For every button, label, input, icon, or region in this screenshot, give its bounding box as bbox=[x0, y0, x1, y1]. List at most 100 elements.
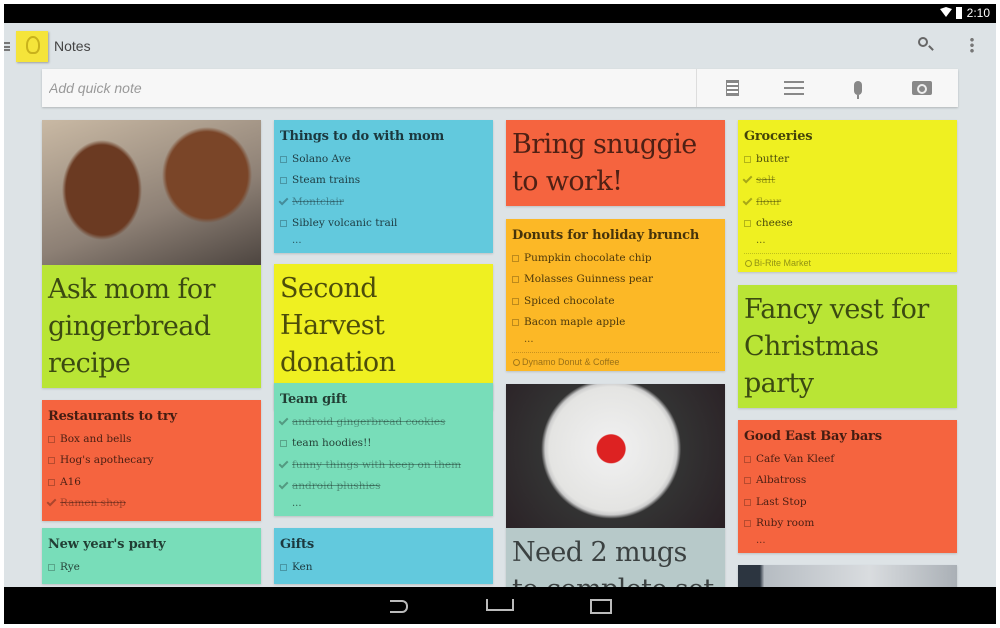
checklist-item[interactable]: Cafe Van Kleef bbox=[738, 449, 957, 470]
note-text: Bring snuggie to work! bbox=[512, 129, 697, 197]
item-text: Ken bbox=[292, 561, 313, 573]
checkbox-icon[interactable] bbox=[512, 297, 519, 305]
checklist-item[interactable]: Ken bbox=[274, 557, 493, 578]
checklist-item[interactable]: Molasses Guinness pear bbox=[506, 269, 725, 290]
checkbox-icon[interactable] bbox=[280, 177, 287, 185]
recent-apps-icon[interactable] bbox=[584, 595, 614, 615]
home-icon[interactable] bbox=[484, 595, 514, 615]
note-card[interactable]: Donuts for holiday brunch Pumpkin chocola… bbox=[506, 219, 725, 371]
item-text: Montclair bbox=[292, 195, 344, 208]
note-card[interactable]: Need 2 mugs to complete set bbox=[506, 384, 725, 614]
item-text: Sibley volcanic trail bbox=[292, 217, 398, 230]
menu-icon[interactable] bbox=[4, 42, 10, 51]
quick-note-input[interactable] bbox=[42, 69, 696, 107]
checkmark-icon[interactable] bbox=[278, 195, 289, 206]
checkbox-icon[interactable] bbox=[744, 477, 751, 485]
checkbox-icon[interactable] bbox=[744, 456, 751, 463]
checklist-item[interactable]: android gingerbread cookies bbox=[274, 412, 493, 433]
note-title: Groceries bbox=[744, 129, 813, 144]
checklist-item[interactable]: funny things with keep on them bbox=[274, 455, 493, 476]
new-text-note-button[interactable] bbox=[702, 69, 762, 107]
checklist-item[interactable]: A16 bbox=[42, 472, 261, 493]
more-indicator: ... bbox=[756, 234, 766, 246]
navigation-bar bbox=[4, 587, 996, 624]
checklist-item[interactable]: Pumpkin chocolate chip bbox=[506, 248, 725, 269]
note-card[interactable]: Good East Bay bars Cafe Van Kleef Albatros… bbox=[738, 420, 957, 553]
note-card[interactable]: New year's party Rye bbox=[42, 528, 261, 585]
checklist-item[interactable]: Last Stop bbox=[738, 492, 957, 513]
action-bar: Notes bbox=[4, 23, 996, 69]
checkbox-icon[interactable] bbox=[512, 255, 519, 262]
overflow-menu-icon[interactable] bbox=[970, 37, 974, 53]
checklist-item[interactable]: Spiced chocolate bbox=[506, 291, 725, 312]
note-text: Ask mom for gingerbread recipe bbox=[48, 274, 216, 379]
voice-note-button[interactable] bbox=[828, 69, 888, 107]
gingerbread-photo bbox=[42, 120, 261, 265]
back-icon[interactable] bbox=[384, 595, 414, 615]
checklist-item[interactable]: Steam trains bbox=[274, 170, 493, 191]
checklist-item[interactable]: Montclair bbox=[274, 192, 493, 213]
note-card[interactable]: Team gift android gingerbread cookies team… bbox=[274, 383, 493, 516]
note-card[interactable]: Groceries butter salt flour cheese... Bi-Rite… bbox=[738, 120, 957, 272]
note-card[interactable]: Bring snuggie to work! bbox=[506, 120, 725, 206]
checkbox-icon[interactable] bbox=[744, 498, 751, 506]
checkmark-icon[interactable] bbox=[278, 458, 289, 469]
checkmark-icon[interactable] bbox=[46, 496, 57, 507]
checkmark-icon[interactable] bbox=[278, 415, 289, 426]
checkmark-icon[interactable] bbox=[278, 479, 289, 490]
checkbox-icon[interactable] bbox=[280, 440, 287, 448]
more-indicator: ... bbox=[756, 534, 766, 546]
item-text: Ramen shop bbox=[60, 497, 126, 510]
note-card[interactable]: Ask mom for gingerbread recipe bbox=[42, 120, 261, 388]
checklist-item[interactable]: android plushies bbox=[274, 476, 493, 497]
item-text: team hoodies!! bbox=[292, 437, 372, 450]
checklist-item[interactable]: Solano Ave bbox=[274, 149, 493, 170]
item-text: Last Stop bbox=[756, 495, 807, 508]
checkbox-icon[interactable] bbox=[280, 156, 287, 163]
checklist-item[interactable]: Sibley volcanic trail bbox=[274, 213, 493, 234]
checklist-item[interactable]: Ruby room bbox=[738, 513, 957, 534]
checklist-item[interactable]: Rye bbox=[42, 557, 261, 578]
item-text: android gingerbread cookies bbox=[292, 416, 446, 428]
checkbox-icon[interactable] bbox=[744, 220, 751, 228]
checkbox-icon[interactable] bbox=[280, 564, 287, 571]
checkmark-icon[interactable] bbox=[742, 173, 753, 184]
checkbox-icon[interactable] bbox=[512, 319, 519, 327]
item-text: Cafe Van Kleef bbox=[756, 453, 835, 465]
note-card[interactable]: Fancy vest for Christmas party bbox=[738, 285, 957, 408]
checklist-item[interactable]: Ramen shop bbox=[42, 493, 261, 514]
checkbox-icon[interactable] bbox=[48, 564, 55, 571]
item-text: Spiced chocolate bbox=[524, 294, 615, 307]
checklist-item[interactable]: flour bbox=[738, 192, 957, 213]
checklist-item[interactable]: salt bbox=[738, 170, 957, 191]
microphone-icon bbox=[854, 81, 862, 99]
note-card[interactable]: Restaurants to try Box and bells Hog's apo… bbox=[42, 400, 261, 521]
photo-note-button[interactable] bbox=[892, 69, 952, 107]
note-card[interactable]: Gifts Ken bbox=[274, 528, 493, 585]
checklist-item[interactable]: Albatross bbox=[738, 470, 957, 491]
checklist-item[interactable]: cheese bbox=[738, 213, 957, 234]
checkbox-icon[interactable] bbox=[48, 478, 55, 486]
checkbox-icon[interactable] bbox=[48, 436, 55, 443]
checklist-item[interactable]: Bacon maple apple bbox=[506, 312, 725, 333]
more-indicator: ... bbox=[292, 497, 302, 509]
checklist-item[interactable]: team hoodies!! bbox=[274, 433, 493, 454]
note-card[interactable]: Things to do with mom Solano Ave Steam tra… bbox=[274, 120, 493, 253]
checklist-item[interactable]: Hog's apothecary bbox=[42, 450, 261, 471]
checkbox-icon[interactable] bbox=[512, 276, 519, 284]
item-text: Bacon maple apple bbox=[524, 316, 626, 329]
checkbox-icon[interactable] bbox=[744, 156, 751, 163]
checklist-item[interactable]: Box and bells bbox=[42, 429, 261, 450]
mug-photo bbox=[506, 384, 725, 528]
checkbox-icon[interactable] bbox=[744, 520, 751, 528]
checkbox-icon[interactable] bbox=[280, 220, 287, 228]
search-icon[interactable] bbox=[918, 37, 928, 47]
keep-logo-icon[interactable] bbox=[16, 31, 48, 62]
checkbox-icon[interactable] bbox=[48, 457, 55, 465]
checklist-item[interactable]: butter bbox=[738, 149, 957, 170]
note-icon bbox=[725, 80, 739, 96]
note-title: Good East Bay bars bbox=[744, 429, 882, 444]
divider bbox=[696, 69, 697, 107]
checkmark-icon[interactable] bbox=[742, 195, 753, 206]
new-list-button[interactable] bbox=[764, 69, 824, 107]
